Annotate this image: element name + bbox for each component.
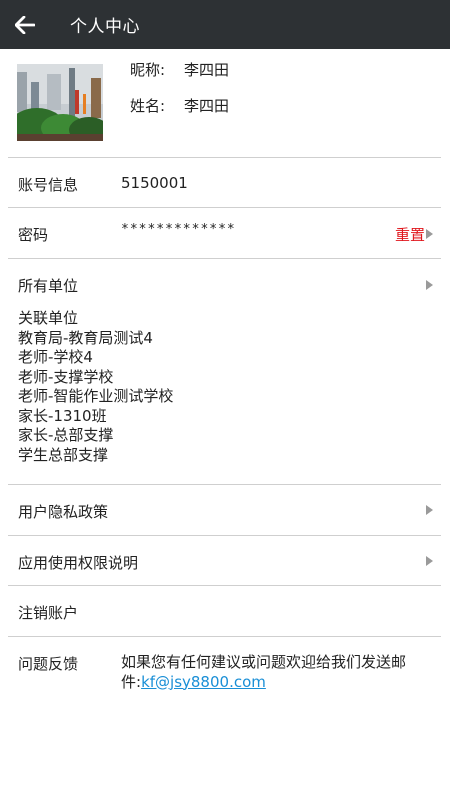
deactivate-account-row[interactable]: 注销账户 xyxy=(0,586,450,636)
feedback-label: 问题反馈 xyxy=(18,655,79,673)
list-item: 关联单位 xyxy=(18,309,79,327)
feedback-text: 如果您有任何建议或问题欢迎给我们发送邮件:kf@jsy8800.com xyxy=(121,653,433,692)
password-value: ************* xyxy=(121,222,236,237)
name-label: 姓名: xyxy=(130,97,166,115)
permissions-row[interactable]: 应用使用权限说明 xyxy=(0,536,450,585)
nickname-value: 李四田 xyxy=(184,61,230,79)
unit-list: 关联单位 教育局-教育局测试4 老师-学校4 老师-支撑学校 老师-智能作业测试… xyxy=(18,309,173,465)
list-item: 学生总部支撑 xyxy=(18,445,109,464)
chevron-right-icon xyxy=(426,556,433,566)
list-item: 老师-学校4 xyxy=(18,348,93,366)
name-value: 李四田 xyxy=(184,97,230,115)
privacy-policy-row[interactable]: 用户隐私政策 xyxy=(0,485,450,535)
account-value: 5150001 xyxy=(121,174,188,192)
name-row: 姓名: 李四田 xyxy=(130,95,229,116)
list-item: 老师-智能作业测试学校 xyxy=(18,387,174,405)
list-item: 家长-总部支撑 xyxy=(18,426,114,444)
chevron-right-icon[interactable] xyxy=(426,229,433,239)
feedback-email-link[interactable]: kf@jsy8800.com xyxy=(141,673,266,691)
chevron-right-icon xyxy=(426,280,433,290)
list-item: 老师-支撑学校 xyxy=(18,367,114,386)
reset-password-button[interactable]: 重置 xyxy=(395,224,425,245)
account-label: 账号信息 xyxy=(18,176,79,194)
arrow-left-icon xyxy=(15,15,35,34)
permissions-label: 应用使用权限说明 xyxy=(18,554,139,572)
nickname-row: 昵称: 李四田 xyxy=(130,59,229,80)
avatar[interactable] xyxy=(17,64,103,141)
chevron-right-icon xyxy=(426,505,433,515)
nickname-label: 昵称: xyxy=(130,61,166,79)
deactivate-account-label: 注销账户 xyxy=(18,604,79,622)
account-row: 账号信息 5150001 xyxy=(0,158,450,207)
privacy-policy-label: 用户隐私政策 xyxy=(18,503,109,521)
top-app-bar: 个人中心 xyxy=(0,0,450,49)
back-button[interactable] xyxy=(0,0,50,49)
profile-card: 昵称: 李四田 姓名: 李四田 xyxy=(0,49,450,157)
all-units-row[interactable]: 所有单位 xyxy=(0,259,450,309)
list-item: 教育局-教育局测试4 xyxy=(18,328,153,347)
list-item: 家长-1310班 xyxy=(18,406,107,425)
page-title: 个人中心 xyxy=(70,17,140,37)
all-units-label: 所有单位 xyxy=(18,277,79,295)
avatar-photo xyxy=(17,64,103,141)
password-row: 密码 ************* 重置 xyxy=(0,208,450,258)
password-label: 密码 xyxy=(18,226,49,244)
